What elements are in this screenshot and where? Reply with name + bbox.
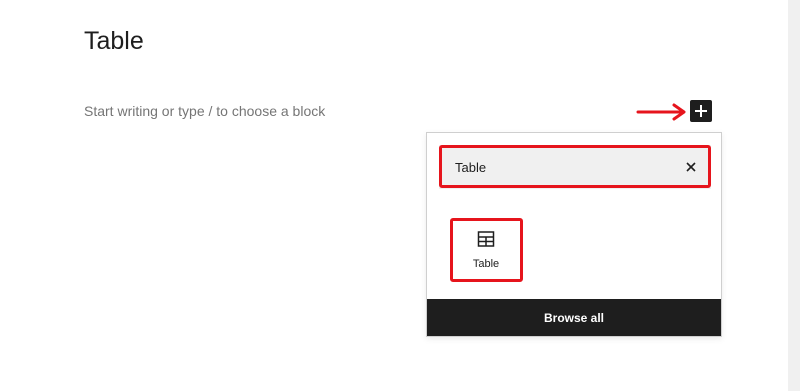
block-result-table[interactable]: Table [451,219,521,283]
clear-search-button[interactable] [681,157,701,177]
table-icon [477,231,495,247]
block-inserter-button[interactable] [690,100,712,122]
arrow-right-icon [636,103,686,121]
block-inserter-popover: Table Browse all [426,132,722,337]
block-search-box [439,145,711,189]
close-icon [686,162,696,172]
editor-canvas: Table Start writing or type / to choose … [0,0,788,391]
block-placeholder[interactable]: Start writing or type / to choose a bloc… [84,101,325,121]
block-result-label: Table [472,258,500,270]
block-search-input[interactable] [439,145,669,189]
browse-all-button[interactable]: Browse all [427,299,721,336]
post-title[interactable]: Table [84,24,144,58]
plus-icon [695,105,707,117]
